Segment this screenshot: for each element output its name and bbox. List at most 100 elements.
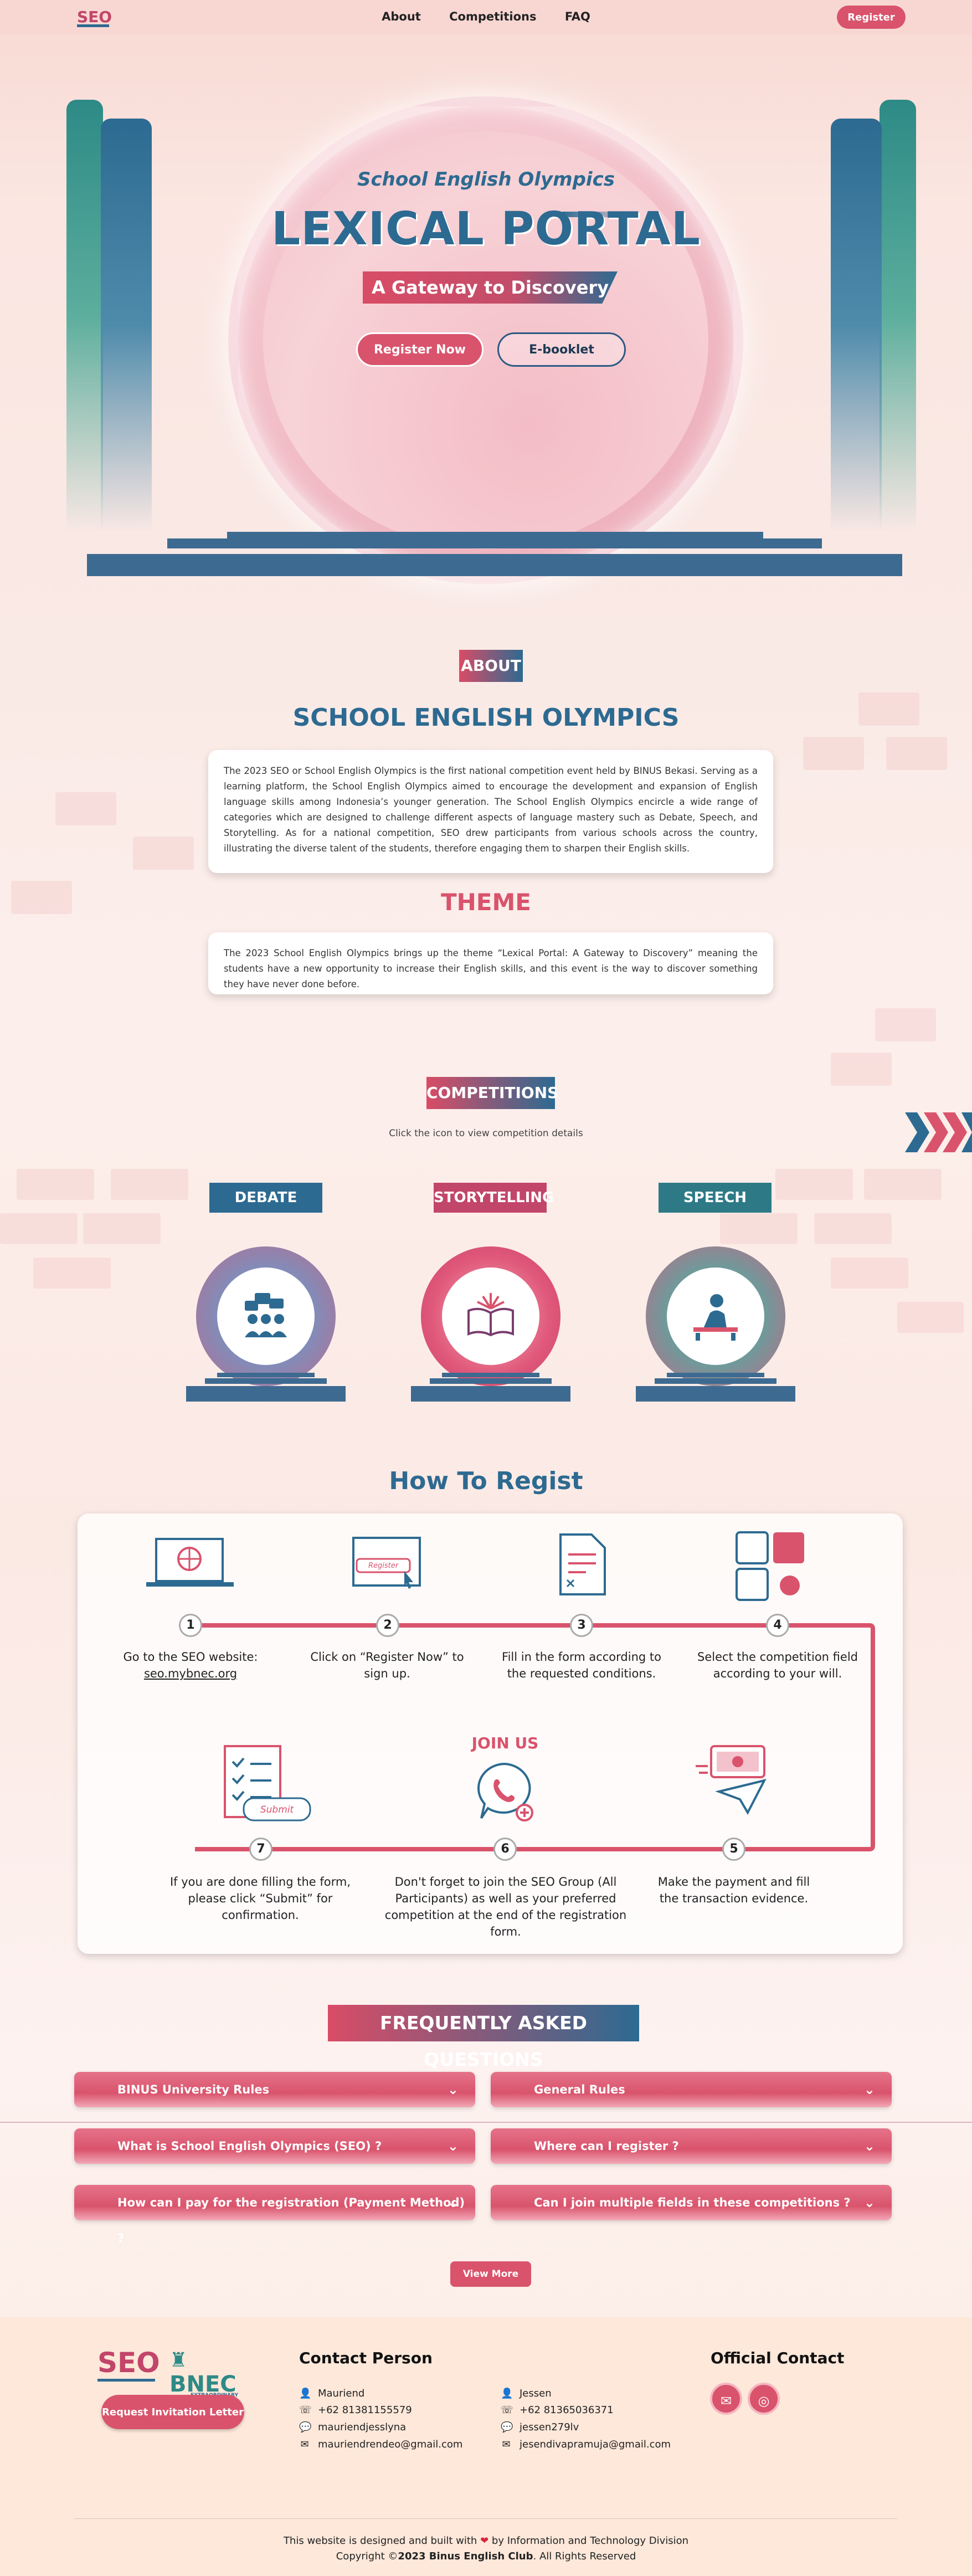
storytelling-pedestal-mid xyxy=(430,1378,552,1384)
theme-title: THEME xyxy=(441,889,531,916)
about-badge: ABOUT xyxy=(459,650,523,682)
laptop-icon xyxy=(146,1538,234,1587)
line-icon: 💬 xyxy=(501,2421,513,2433)
register-page-label: Register xyxy=(368,1562,399,1570)
hero-step-top xyxy=(227,532,763,538)
faq-what-is-seo[interactable]: What is School English Olympics (SEO) ? ⌄ xyxy=(74,2128,475,2164)
submit-list-icon: Submit xyxy=(224,1745,311,1821)
person-icon: 👤 xyxy=(501,2387,513,2399)
email-social-button[interactable]: ✉ xyxy=(710,2383,742,2415)
how-title: How To Regist xyxy=(389,1467,583,1495)
debate-label: DEBATE xyxy=(209,1183,322,1213)
mail-icon: ✉ xyxy=(300,2438,309,2450)
step-number-4: 4 xyxy=(766,1614,789,1637)
contact-1-name-text: Mauriend xyxy=(318,2388,365,2399)
copyright-suffix: . All Rights Reserved xyxy=(533,2551,636,2562)
step-text-4: Select the competition field according t… xyxy=(697,1650,858,1680)
storytelling-tile[interactable] xyxy=(421,1246,560,1386)
view-more-button[interactable]: View More xyxy=(450,2261,531,2287)
faq-where-register[interactable]: Where can I register ? ⌄ xyxy=(491,2128,892,2164)
payment-icon xyxy=(696,1745,767,1815)
contact-1-name: 👤 Mauriend xyxy=(299,2388,364,2399)
top-nav: SEO About Competitions FAQ Register xyxy=(0,0,972,34)
credit-division: by Information and Technology Division xyxy=(491,2535,689,2547)
contact-person-title: Contact Person xyxy=(299,2349,433,2367)
contact-2-email[interactable]: ✉ jesendivapramuja@gmail.com xyxy=(501,2439,671,2450)
heart-icon: ❤ xyxy=(480,2535,489,2547)
copyright-owner: 2023 Binus English Club xyxy=(398,2551,533,2562)
speech-pedestal-base xyxy=(636,1386,795,1402)
step-text-3: Fill in the form according to the reques… xyxy=(502,1650,661,1680)
left-pillar-back xyxy=(66,100,103,532)
contact-2-phone[interactable]: ☏ +62 81365036371 xyxy=(501,2404,614,2416)
faq-binus-rules[interactable]: BINUS University Rules ⌄ xyxy=(74,2072,475,2107)
request-invitation-button[interactable]: Request Invitation Letter xyxy=(101,2395,244,2429)
contact-1-phone[interactable]: ☏ +62 81381155579 xyxy=(299,2404,412,2416)
footer-bnec-logo[interactable]: ♜ BNEC EXTRAORDINARY xyxy=(169,2349,247,2398)
instagram-social-button[interactable]: ◎ xyxy=(748,2383,780,2415)
footer-seo-logo[interactable]: SEO xyxy=(97,2347,160,2383)
debate-pedestal-base xyxy=(186,1386,346,1402)
mail-icon: ✉ xyxy=(720,2393,732,2409)
faq-multiple-fields[interactable]: Can I join multiple fields in these comp… xyxy=(491,2185,892,2220)
faq-where-register-label: Where can I register ? xyxy=(534,2139,679,2153)
step-1-text: Go to the SEO website: xyxy=(123,1650,258,1664)
storytelling-pedestal xyxy=(442,1373,539,1377)
submit-label: Submit xyxy=(260,1804,295,1815)
faq-what-is-seo-label: What is School English Olympics (SEO) ? xyxy=(117,2139,382,2153)
faq-divider xyxy=(0,2122,972,2123)
step-number-7: 7 xyxy=(249,1838,272,1861)
step-text-2: Click on “Register Now” to sign up. xyxy=(310,1650,464,1680)
hero-subtitle: School English Olympics xyxy=(357,168,615,191)
whatsapp-icon: ☏ xyxy=(299,2404,312,2416)
credit-text: This website is designed and built with xyxy=(283,2535,477,2547)
footer-divider xyxy=(74,2518,897,2519)
faq-payment-method[interactable]: How can I pay for the registration (Paym… xyxy=(74,2185,475,2245)
chevron-down-icon: ⌄ xyxy=(447,2195,459,2210)
faq-binus-rules-label: BINUS University Rules xyxy=(117,2083,270,2096)
step-number-3: 3 xyxy=(570,1614,593,1637)
faq-badge: FREQUENTLY ASKED QUESTIONS xyxy=(328,2005,639,2070)
contact-1-email[interactable]: ✉ mauriendrendeo@gmail.com xyxy=(299,2439,462,2450)
chevron-down-icon: ⌄ xyxy=(863,2195,875,2210)
theme-card: The 2023 School English Olympics brings … xyxy=(208,932,773,994)
nav-competitions[interactable]: Competitions xyxy=(449,10,536,23)
nav-register-button[interactable]: Register xyxy=(837,6,906,29)
speech-pedestal xyxy=(667,1373,764,1377)
hero-title: LEXICAL PORTAL xyxy=(271,203,701,255)
contact-1-phone-text: +62 81381155579 xyxy=(318,2404,412,2416)
speech-tile[interactable] xyxy=(646,1246,785,1386)
contact-1-line[interactable]: 💬 mauriendjesslyna xyxy=(299,2421,406,2433)
register-page-icon: Register xyxy=(352,1537,421,1589)
speech-label: SPEECH xyxy=(659,1183,772,1213)
line-icon: 💬 xyxy=(299,2421,312,2433)
chevron-down-icon: ⌄ xyxy=(447,2138,459,2154)
nav-about[interactable]: About xyxy=(382,10,421,23)
form-icon xyxy=(559,1533,606,1595)
contact-2-line[interactable]: 💬 jessen279lv xyxy=(501,2421,579,2433)
contact-2-name-text: Jessen xyxy=(520,2388,552,2399)
select-field-icon xyxy=(736,1531,804,1601)
instagram-icon: ◎ xyxy=(758,2393,770,2409)
competitions-badge: COMPETITIONS xyxy=(426,1077,558,1109)
debate-pedestal xyxy=(217,1373,315,1377)
faq-general-rules[interactable]: General Rules ⌄ xyxy=(491,2072,892,2107)
chevron-down-icon: ⌄ xyxy=(447,2082,459,2097)
chevron-down-icon: ⌄ xyxy=(863,2082,875,2097)
contact-1-line-text: mauriendjesslyna xyxy=(318,2421,407,2433)
hero-section xyxy=(0,34,972,588)
contact-2-name: 👤 Jessen xyxy=(501,2388,552,2399)
seo-website-link[interactable]: seo.mybnec.org xyxy=(102,1665,279,1682)
debate-tile[interactable] xyxy=(196,1246,336,1386)
seo-logo-text: SEO xyxy=(97,2347,160,2379)
step-text-1: Go to the SEO website: seo.mybnec.org xyxy=(102,1649,279,1682)
contact-1-email-text: mauriendrendeo@gmail.com xyxy=(318,2439,463,2450)
register-now-button[interactable]: Register Now xyxy=(356,332,484,367)
ebooklet-button[interactable]: E-booklet xyxy=(497,332,626,367)
whatsapp-icon: ☏ xyxy=(501,2404,513,2416)
person-icon: 👤 xyxy=(299,2387,312,2399)
speech-pedestal-mid xyxy=(655,1378,776,1384)
nav-faq[interactable]: FAQ xyxy=(565,10,590,23)
mail-icon: ✉ xyxy=(502,2438,511,2450)
hero-step-base xyxy=(87,554,902,576)
